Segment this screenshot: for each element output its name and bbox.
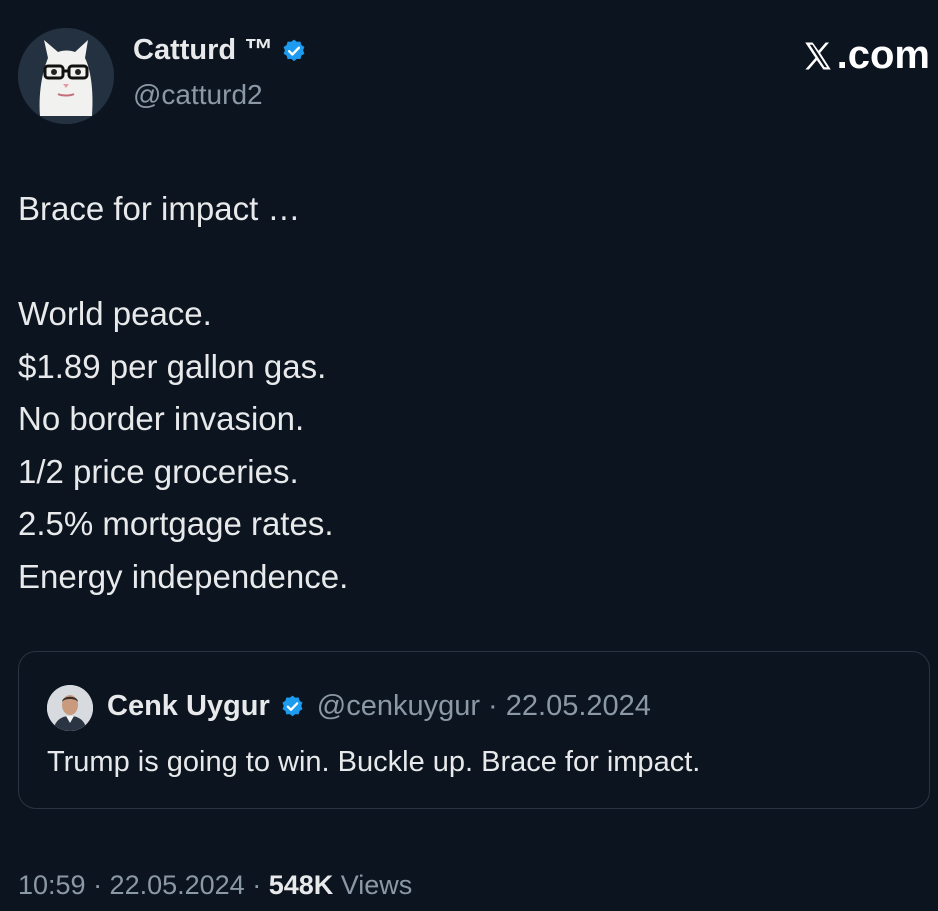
quoted-header: Cenk Uygur @cenkuygur · 22.05.2024 [107, 690, 651, 723]
tweet-card: Catturd ™ @catturd2 .com Brace for impac… [0, 0, 938, 911]
tweet-line: 1/2 price groceries. [18, 452, 299, 490]
author-handle[interactable]: @catturd2 [133, 79, 263, 111]
tweet-line: 2.5% mortgage rates. [18, 505, 334, 542]
views-count: 548K [268, 870, 334, 900]
quoted-author-name[interactable]: Cenk Uygur [107, 690, 270, 723]
verified-badge-icon [283, 39, 305, 61]
tweet-timestamp[interactable]: 10:59 · 22.05.2024 · [18, 870, 269, 900]
quoted-tweet[interactable]: Cenk Uygur @cenkuygur · 22.05.2024 Trump… [18, 651, 930, 809]
brand-text: .com [836, 33, 930, 77]
quoted-handle-date[interactable]: @cenkuygur · 22.05.2024 [317, 690, 651, 723]
tweet-line: Brace for impact … [18, 190, 301, 227]
quoted-text: Trump is going to win. Buckle up. Brace … [47, 746, 701, 778]
x-logo-icon [804, 42, 831, 69]
quoted-author-avatar[interactable] [47, 685, 93, 731]
person-avatar-icon [47, 685, 93, 731]
tweet-text: Brace for impact … World peace. $1.89 pe… [18, 183, 898, 603]
cat-avatar-icon [18, 28, 114, 124]
tweet-line: Energy independence. [18, 557, 349, 595]
tweet-line: $1.89 per gallon gas. [18, 347, 327, 385]
x-brand-watermark: .com [801, 33, 930, 78]
tweet-meta: 10:59 · 22.05.2024 · 548K Views [18, 870, 412, 901]
tweet-line: No border invasion. [18, 400, 305, 437]
verified-badge-icon [282, 695, 303, 717]
tweet-line: World peace. [18, 295, 212, 332]
author-name-row[interactable]: Catturd ™ [133, 34, 307, 67]
author-avatar[interactable] [18, 28, 114, 124]
views-label: Views [333, 870, 413, 900]
author-name[interactable]: Catturd ™ [133, 34, 273, 67]
